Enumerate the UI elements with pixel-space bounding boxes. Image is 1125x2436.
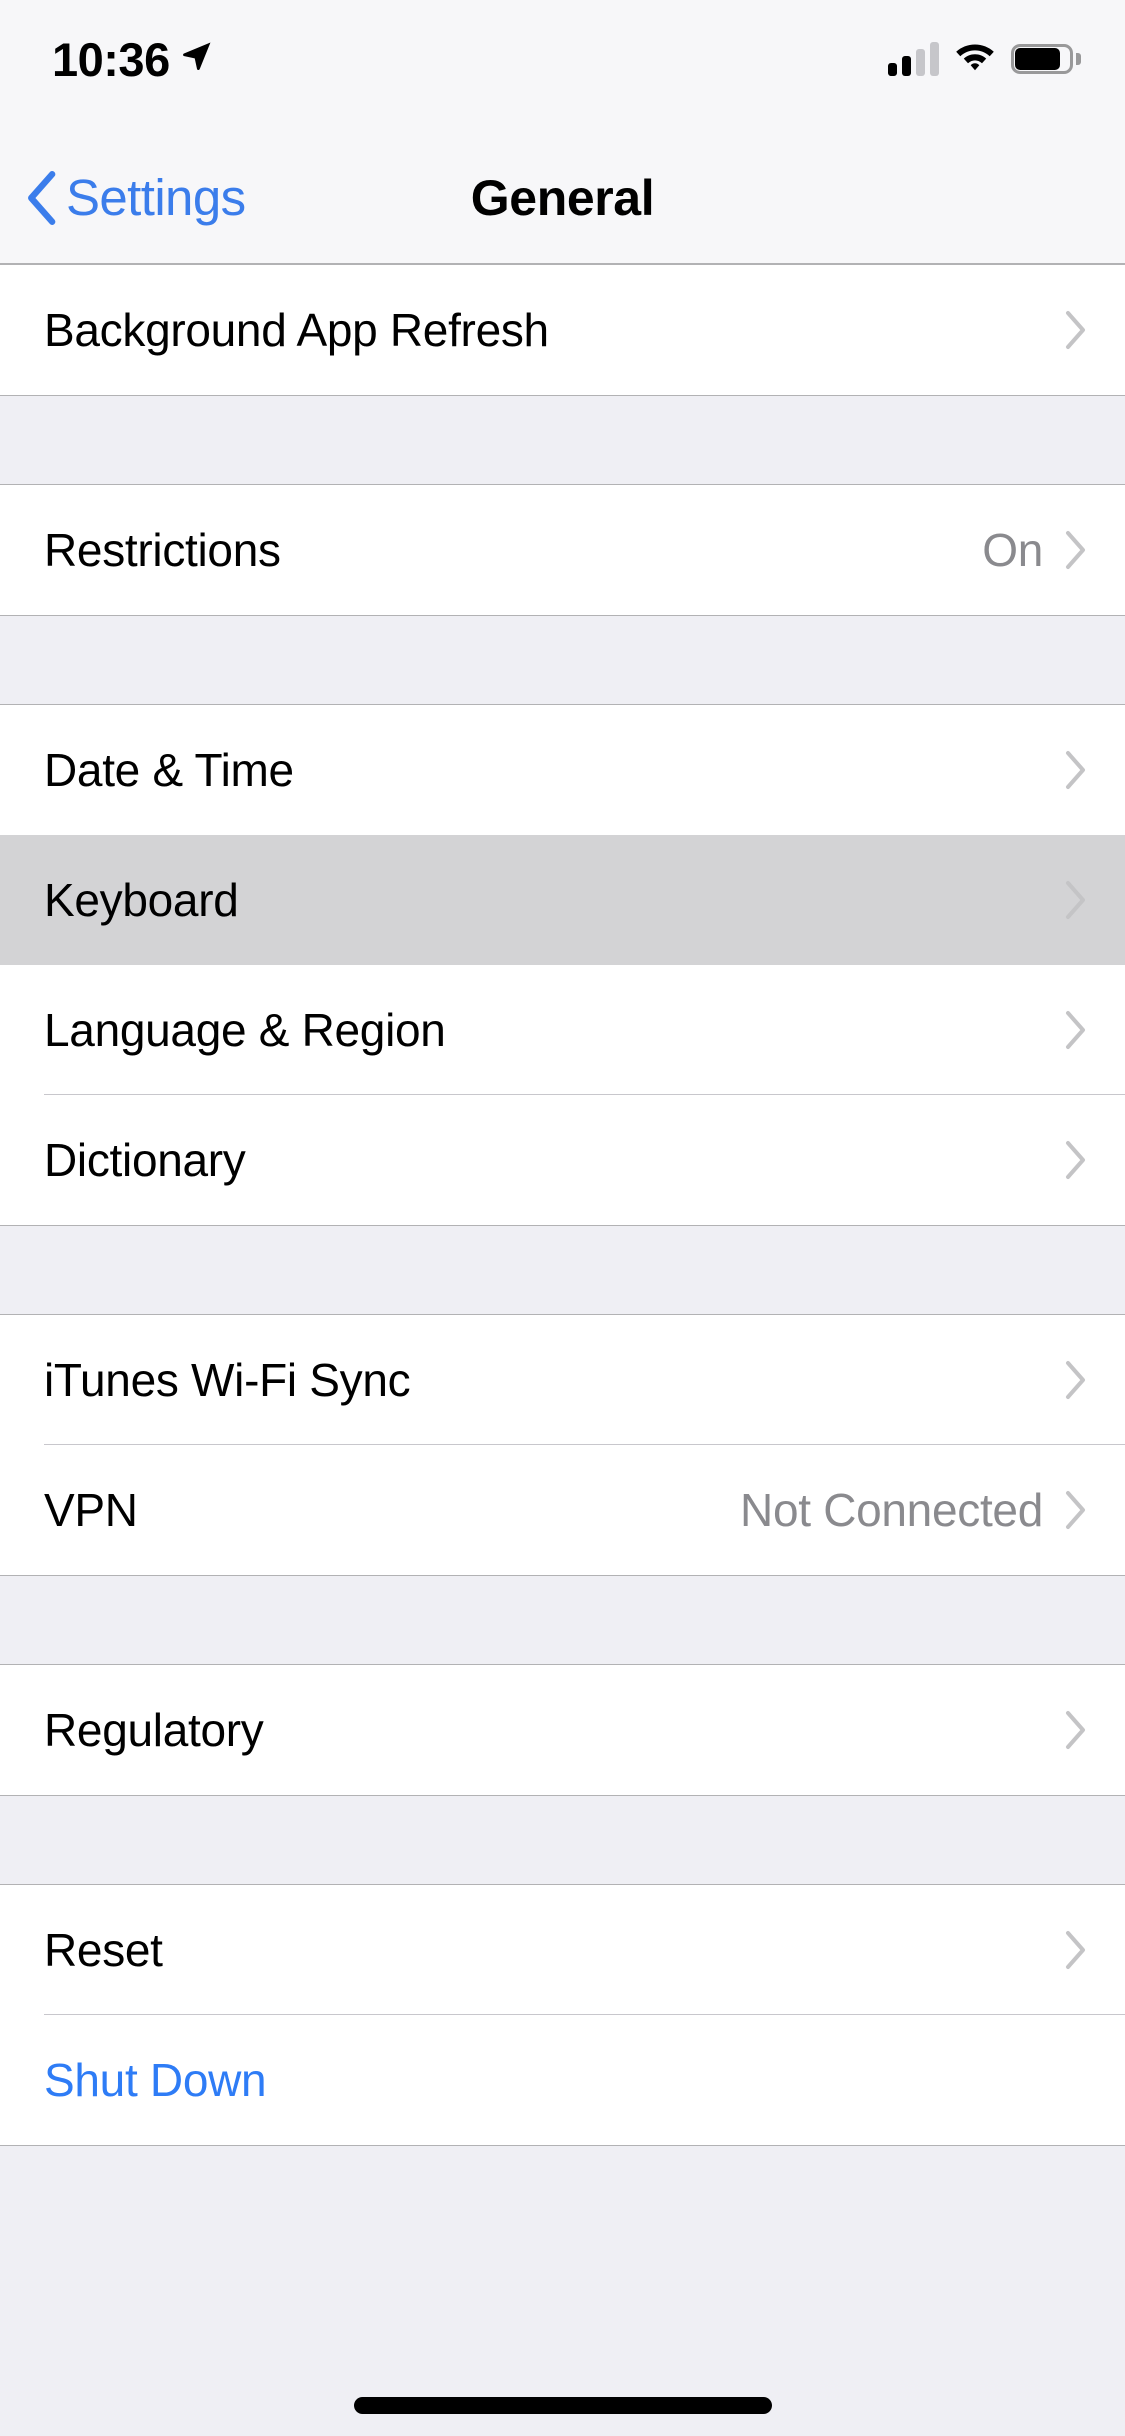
section-gap bbox=[0, 396, 1125, 484]
section-gap bbox=[0, 1576, 1125, 1664]
chevron-right-icon bbox=[1066, 531, 1085, 569]
chevron-right-icon bbox=[1066, 311, 1085, 349]
row-label: Date & Time bbox=[44, 744, 294, 796]
status-bar-clock: 10:36 bbox=[52, 33, 170, 86]
chevron-right-icon bbox=[1066, 1141, 1085, 1179]
section-gap bbox=[0, 1226, 1125, 1314]
section-localization: Date & Time Keyboard Language & Region Dict… bbox=[0, 704, 1125, 1226]
chevron-right-icon bbox=[1066, 1491, 1085, 1529]
back-button-settings[interactable]: Settings bbox=[24, 168, 246, 226]
list-row-regulatory[interactable]: Regulatory bbox=[0, 1665, 1125, 1795]
row-label: VPN bbox=[44, 1484, 138, 1536]
chevron-left-icon bbox=[28, 170, 56, 225]
list-row-reset[interactable]: Reset bbox=[0, 1885, 1125, 2015]
section-regulatory: Regulatory bbox=[0, 1664, 1125, 1796]
row-value: On bbox=[982, 524, 1043, 576]
chevron-right-icon bbox=[1066, 1931, 1085, 1969]
section-gap bbox=[0, 2146, 1125, 2250]
row-label: Keyboard bbox=[44, 874, 239, 926]
chevron-right-icon bbox=[1066, 881, 1085, 919]
list-row-language-and-region[interactable]: Language & Region bbox=[0, 965, 1125, 1095]
location-arrow-icon bbox=[180, 39, 214, 78]
row-label: Background App Refresh bbox=[44, 304, 549, 356]
chevron-right-icon bbox=[1066, 1011, 1085, 1049]
settings-list: Background App Refresh Restrictions On Date… bbox=[0, 264, 1125, 2250]
cellular-signal-icon bbox=[888, 41, 939, 76]
chevron-right-icon bbox=[1066, 1361, 1085, 1399]
row-label: Dictionary bbox=[44, 1134, 246, 1186]
row-value: Not Connected bbox=[740, 1484, 1043, 1536]
row-label: Restrictions bbox=[44, 524, 281, 576]
chevron-right-icon bbox=[1066, 1711, 1085, 1749]
section-gap bbox=[0, 616, 1125, 704]
list-row-date-and-time[interactable]: Date & Time bbox=[0, 705, 1125, 835]
iphone-screen: 10:36 Settings General Background App Re… bbox=[0, 0, 1125, 2436]
home-indicator[interactable] bbox=[353, 2397, 772, 2414]
list-row-dictionary[interactable]: Dictionary bbox=[0, 1095, 1125, 1225]
status-bar-left: 10:36 bbox=[52, 34, 214, 86]
row-label: Regulatory bbox=[44, 1704, 264, 1756]
section-gap bbox=[0, 1796, 1125, 1884]
row-label: iTunes Wi-Fi Sync bbox=[44, 1354, 411, 1406]
status-bar-right bbox=[888, 34, 1081, 77]
battery-icon bbox=[1011, 43, 1081, 74]
section-restrictions: Restrictions On bbox=[0, 484, 1125, 616]
row-label: Shut Down bbox=[44, 2054, 267, 2106]
list-row-keyboard[interactable]: Keyboard bbox=[0, 835, 1125, 965]
section-connectivity: iTunes Wi-Fi Sync VPN Not Connected bbox=[0, 1314, 1125, 1576]
wifi-icon bbox=[953, 40, 997, 77]
list-row-background-app-refresh[interactable]: Background App Refresh bbox=[0, 265, 1125, 395]
chevron-right-icon bbox=[1066, 751, 1085, 789]
status-bar: 10:36 bbox=[0, 0, 1125, 132]
back-button-label: Settings bbox=[66, 168, 246, 226]
home-indicator-area bbox=[0, 2326, 1125, 2436]
section-reset: Reset Shut Down bbox=[0, 1884, 1125, 2146]
section-background-refresh: Background App Refresh bbox=[0, 264, 1125, 396]
row-label: Language & Region bbox=[44, 1004, 446, 1056]
row-chevron-placeholder bbox=[1065, 2060, 1087, 2100]
navigation-bar: Settings General bbox=[0, 132, 1125, 264]
list-row-vpn[interactable]: VPN Not Connected bbox=[0, 1445, 1125, 1575]
list-row-restrictions[interactable]: Restrictions On bbox=[0, 485, 1125, 615]
row-label: Reset bbox=[44, 1924, 163, 1976]
list-row-shut-down[interactable]: Shut Down bbox=[0, 2015, 1125, 2145]
list-row-itunes-wifi-sync[interactable]: iTunes Wi-Fi Sync bbox=[0, 1315, 1125, 1445]
